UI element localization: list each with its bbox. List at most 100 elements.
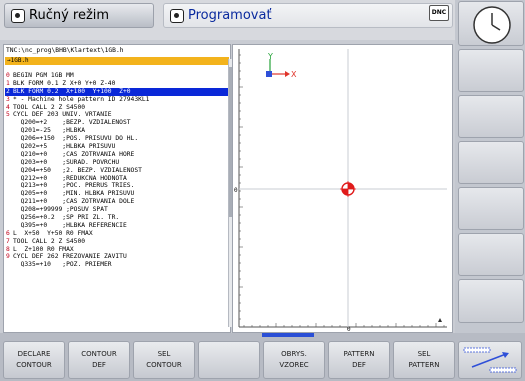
mode-manual-label: Ručný režim — [29, 8, 110, 23]
softkey-label: DEF — [352, 361, 366, 369]
pattern-def-softkey[interactable]: PATTERN DEF — [328, 341, 390, 379]
program-line[interactable]: Q208=+99999 ;POSUV SPAT — [5, 206, 229, 214]
program-line[interactable]: Q210=+0 ;CAS ZOTRVANIA HORE — [5, 151, 229, 159]
contour-def-softkey[interactable]: CONTOUR DEF — [68, 341, 130, 379]
sel-pattern-softkey[interactable]: SEL PATTERN — [393, 341, 455, 379]
softkey-label: DECLARE — [17, 350, 51, 358]
program-line[interactable]: 4 TOOL CALL 2 Z S4500 — [5, 104, 229, 112]
softkey-page-indicator — [262, 333, 314, 337]
program-line[interactable]: Q256=+0.2 ;SP PRI ZL. TR. — [5, 214, 229, 222]
graphics-canvas: 0 0 Y X — [234, 49, 447, 332]
softkey-label: SEL — [417, 350, 431, 358]
program-line[interactable]: Q204=+50 ;2. BEZP. VZDIALENOST — [5, 167, 229, 175]
line-code: L Z+100 R0 FMAX — [13, 245, 74, 253]
tool-position-marker-icon — [340, 181, 356, 197]
program-line[interactable]: Q203=+0 ;SURAD. POVRCHU — [5, 159, 229, 167]
program-line[interactable]: Q213=+0 ;POC. PRERUS TRIES. — [5, 182, 229, 190]
program-editor[interactable]: TNC:\nc_prog\BHB\Klartext\1GB.h →1GB.h 0… — [3, 44, 233, 333]
softkey-label: VZOREC — [279, 361, 309, 369]
program-line[interactable]: Q202=+5 ;HLBKA PRISUVU — [5, 143, 229, 151]
program-line[interactable]: 3 * - Machine hole pattern ID 27943KL1 — [5, 96, 229, 104]
empty-softkey[interactable] — [198, 341, 260, 379]
line-code: Q211=+0 ;CAS ZOTRVANIA DOLE — [13, 198, 135, 206]
line-number: 5 — [6, 111, 10, 119]
program-line[interactable]: Q201=-25 ;HLBKA — [5, 127, 229, 135]
vertical-softkey-6[interactable] — [458, 279, 524, 323]
vertical-softkey-bar — [455, 0, 525, 333]
program-lines: 0 BEGIN PGM 1GB MM 1 BLK FORM 0.1 Z X+0 Y+0… — [5, 72, 229, 269]
program-line[interactable]: 7 TOOL CALL 2 Z S4500 — [5, 238, 229, 246]
mode-tab-program[interactable]: Programovať — [163, 3, 453, 28]
softkey-label: CONTOUR — [16, 361, 52, 369]
line-code: Q210=+0 ;CAS ZOTRVANIA HORE — [13, 150, 135, 158]
mode-tab-manual[interactable]: Ručný režim — [4, 3, 154, 28]
line-number: 4 — [6, 103, 10, 111]
program-line[interactable]: Q200=+2 ;BEZP. VZDIALENOST — [5, 119, 229, 127]
program-line[interactable]: 0 BEGIN PGM 1GB MM — [5, 72, 229, 80]
line-code: BLK FORM 0.2 X+100 Y+100 Z+0 — [13, 87, 131, 95]
declare-contour-softkey[interactable]: DECLARE CONTOUR — [3, 341, 65, 379]
program-line[interactable]: Q205=+0 ;MIN. HLBKA PRISUVU — [5, 190, 229, 198]
ruler-end-arrow-icon — [438, 318, 442, 322]
program-file-tab[interactable]: →1GB.h — [5, 57, 229, 65]
line-code: Q202=+5 ;HLBKA PRISUVU — [13, 143, 116, 151]
mode-bar: Ručný režim Programovať DNC — [0, 0, 455, 40]
axis-x-label: X — [291, 70, 297, 79]
program-mode-icon — [170, 8, 184, 23]
line-code: Q206=+150 ;POS. PRISUVU DO HL. — [13, 135, 139, 143]
dnc-badge: DNC — [429, 5, 449, 21]
program-line[interactable]: 9 CYCL DEF 262 FREZOVANIE ZAVITU — [5, 253, 229, 261]
line-number: 7 — [6, 237, 10, 245]
vertical-softkey-4[interactable] — [458, 187, 524, 230]
program-line[interactable]: Q211=+0 ;CAS ZOTRVANIA DOLE — [5, 198, 229, 206]
line-code: CYCL DEF 203 UNIV. VRTANIE — [13, 111, 112, 119]
vertical-softkey-1[interactable] — [458, 49, 524, 92]
line-code: Q212=+0 ;REDUKCNA HODNOTA — [13, 174, 127, 182]
program-line[interactable]: Q335=+10 ;POZ. PRIEMER — [5, 261, 229, 269]
program-line[interactable]: 2 BLK FORM 0.2 X+100 Y+100 Z+0 — [5, 87, 229, 96]
vertical-softkey-2[interactable] — [458, 95, 524, 138]
program-path: TNC:\nc_prog\BHB\Klartext\1GB.h — [6, 47, 124, 54]
axis-y-label: Y — [267, 52, 273, 61]
line-code: Q256=+0.2 ;SP PRI ZL. TR. — [13, 214, 120, 222]
softkey-label: CONTOUR — [146, 361, 182, 369]
line-code: Q208=+99999 ;POSUV SPAT — [13, 206, 108, 214]
mode-program-label: Programovať — [188, 8, 272, 23]
line-number: 1 — [6, 79, 10, 87]
softkey-label: PATTERN — [408, 361, 440, 369]
program-line[interactable]: 8L Z+100 R0 FMAX — [5, 246, 229, 254]
line-code: Q200=+2 ;BEZP. VZDIALENOST — [13, 119, 131, 127]
softkey-label: PATTERN — [343, 350, 375, 358]
sel-contour-softkey[interactable]: SEL CONTOUR — [133, 341, 195, 379]
program-line[interactable]: Q395=+0 ;HLBKA REFERENCIE — [5, 222, 229, 230]
vertical-softkey-5[interactable] — [458, 233, 524, 276]
axis-triad: Y X — [266, 52, 297, 79]
line-code: Q205=+0 ;MIN. HLBKA PRISUVU — [13, 190, 135, 198]
softkey-switch-icon — [463, 347, 517, 373]
graphics-view[interactable]: 0 0 Y X — [232, 44, 453, 333]
line-number: 9 — [6, 253, 10, 261]
ruler-bottom — [243, 323, 445, 327]
ruler-left-zero: 0 — [234, 187, 238, 194]
softkey-switch-button[interactable] — [458, 341, 522, 379]
ruler-left — [239, 54, 243, 320]
line-code: L X+50 Y+50 R0 FMAX — [13, 229, 93, 237]
program-line[interactable]: Q212=+0 ;REDUKCNA HODNOTA — [5, 175, 229, 183]
line-code: Q213=+0 ;POC. PRERUS TRIES. — [13, 182, 135, 190]
line-code: Q395=+0 ;HLBKA REFERENCIE — [13, 221, 127, 229]
program-line[interactable]: 6L X+50 Y+50 R0 FMAX — [5, 230, 229, 238]
softkey-label: OBRYS. — [281, 350, 307, 358]
line-code: Q204=+50 ;2. BEZP. VZDIALENOST — [13, 166, 142, 174]
program-line[interactable]: 5 CYCL DEF 203 UNIV. VRTANIE — [5, 111, 229, 119]
program-line[interactable]: Q206=+150 ;POS. PRISUVU DO HL. — [5, 135, 229, 143]
line-number: 6 — [6, 229, 10, 237]
softkey-label: CONTOUR — [81, 350, 117, 358]
line-number: 2 — [6, 87, 10, 95]
vertical-softkey-3[interactable] — [458, 141, 524, 184]
line-code: TOOL CALL 2 Z S4500 — [13, 103, 86, 111]
line-code: BLK FORM 0.1 Z X+0 Y+0 Z-40 — [13, 79, 116, 87]
obrys-vzorec-softkey[interactable]: OBRYS. VZOREC — [263, 341, 325, 379]
line-code: TOOL CALL 2 Z S4500 — [13, 237, 86, 245]
line-code: BEGIN PGM 1GB MM — [13, 72, 74, 79]
program-line[interactable]: 1 BLK FORM 0.1 Z X+0 Y+0 Z-40 — [5, 80, 229, 88]
